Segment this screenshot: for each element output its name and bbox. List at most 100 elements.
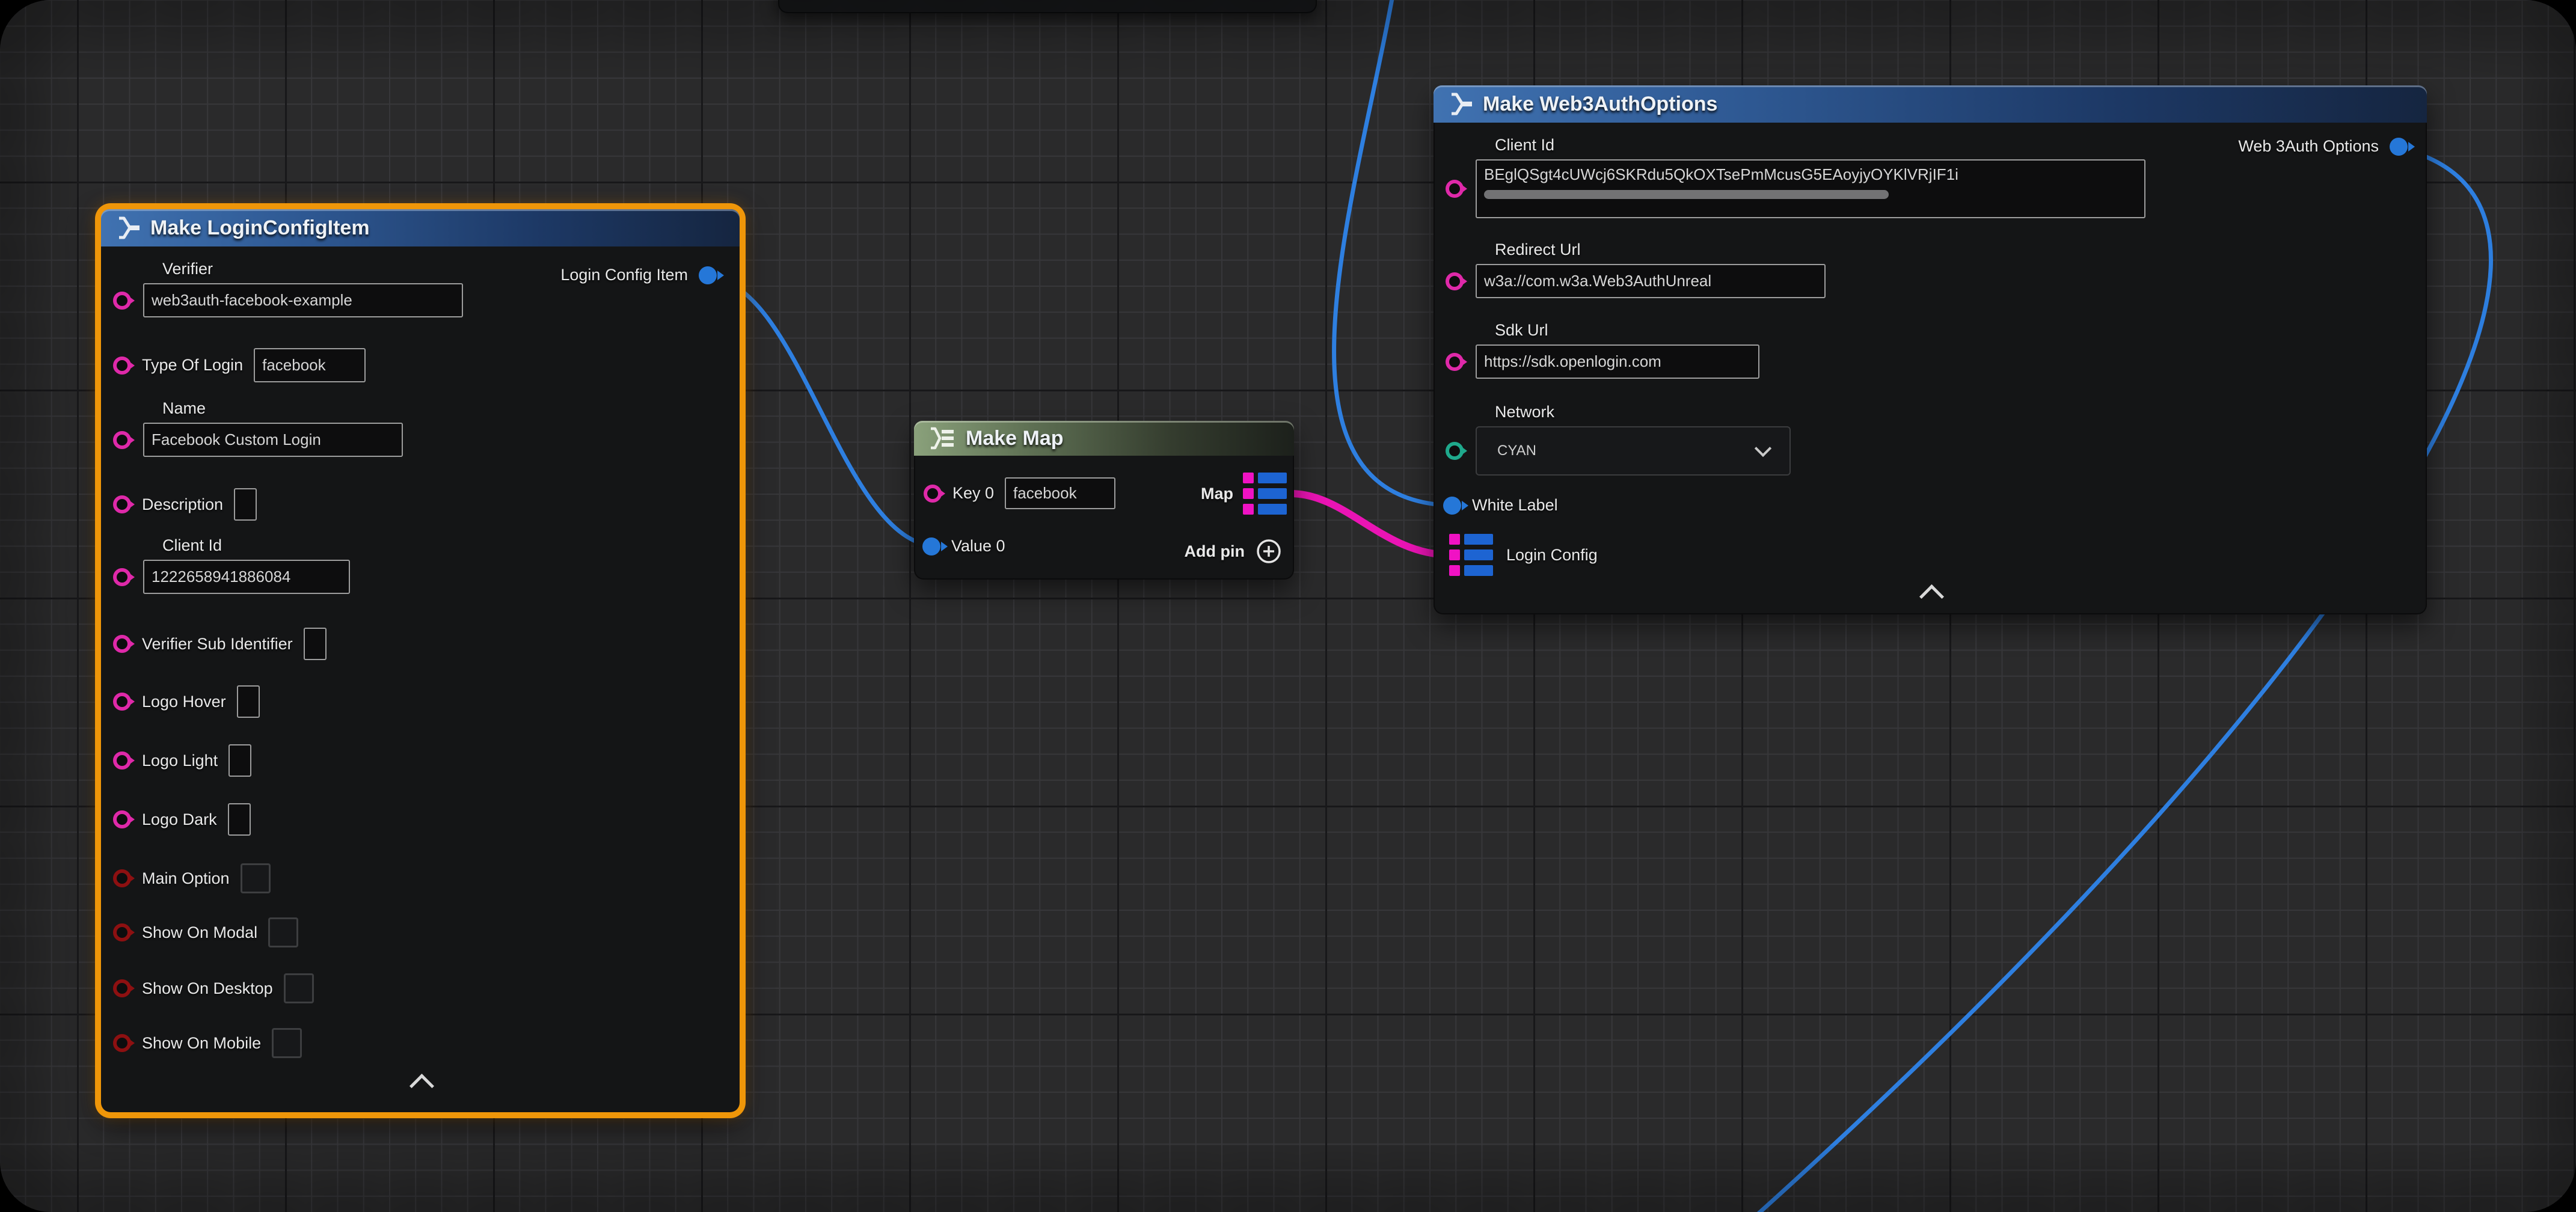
node-header[interactable]: Make LoginConfigItem — [101, 209, 740, 246]
type-of-login-label: Type Of Login — [142, 356, 243, 375]
verifier-sub-identifier-label: Verifier Sub Identifier — [142, 635, 293, 653]
verifier-pin[interactable] — [113, 292, 131, 310]
network-value: CYAN — [1497, 442, 1536, 459]
client-id-text: BEglQSgt4cUWcj6SKRdu5QkOXTsePmMcusG5EAoy… — [1484, 165, 2137, 184]
logo-dark-pin[interactable] — [113, 810, 131, 828]
verifier-input[interactable]: web3auth-facebook-example — [143, 283, 463, 317]
make-struct-icon — [1447, 92, 1473, 116]
node-header[interactable]: Make Web3AuthOptions — [1434, 85, 2427, 123]
pin-row-show-on-modal: Show On Modal — [113, 917, 298, 947]
logo-hover-label: Logo Hover — [142, 693, 226, 711]
show-on-modal-checkbox[interactable] — [268, 917, 298, 947]
client-id-pin[interactable] — [1446, 180, 1464, 198]
main-option-checkbox[interactable] — [241, 863, 271, 893]
client-id-label: Client Id — [162, 536, 350, 555]
web3auth-options-output-pin[interactable] — [2390, 138, 2408, 156]
sdk-url-pin[interactable] — [1446, 353, 1464, 371]
add-pin-row[interactable]: Add pin — [1185, 538, 1282, 565]
pin-group-client-id: Client Id BEglQSgt4cUWcj6SKRdu5QkOXTsePm… — [1446, 136, 2145, 218]
map-label: Map — [1201, 485, 1233, 503]
output-pin-label: Web 3Auth Options — [2238, 137, 2379, 156]
logo-hover-input[interactable] — [237, 685, 260, 718]
client-id-pin[interactable] — [113, 568, 131, 586]
pin-row-type-of-login: Type Of Login facebook — [113, 348, 366, 382]
wire-login-config-item-to-value0[interactable] — [707, 278, 937, 546]
main-option-pin[interactable] — [113, 869, 131, 887]
pin-group-name: Name Facebook Custom Login — [113, 399, 403, 457]
show-on-mobile-checkbox[interactable] — [272, 1028, 302, 1058]
pin-row-key-0: Key 0 facebook — [924, 477, 1115, 509]
pin-group-client-id: Client Id 1222658941886084 — [113, 536, 350, 594]
login-config-item-output-pin[interactable] — [699, 266, 717, 284]
sdk-url-input[interactable]: https://sdk.openlogin.com — [1476, 344, 1759, 379]
pin-row-value-0: Value 0 — [922, 537, 1005, 556]
client-id-input[interactable]: 1222658941886084 — [143, 560, 350, 594]
client-id-input[interactable]: BEglQSgt4cUWcj6SKRdu5QkOXTsePmMcusG5EAoy… — [1476, 159, 2145, 218]
logo-light-input[interactable] — [228, 744, 251, 777]
sdk-url-label: Sdk Url — [1495, 321, 1759, 340]
client-id-scrollbar[interactable] — [1484, 190, 1889, 199]
show-on-desktop-label: Show On Desktop — [142, 979, 273, 998]
description-label: Description — [142, 495, 223, 514]
node-make-map[interactable]: Make Map Key 0 facebook Map Value 0 — [914, 421, 1294, 580]
login-config-pin[interactable] — [1449, 534, 1493, 576]
show-on-modal-pin[interactable] — [113, 923, 131, 941]
description-pin[interactable] — [113, 495, 131, 513]
key-0-label: Key 0 — [952, 484, 994, 503]
logo-light-pin[interactable] — [113, 751, 131, 770]
node-make-web3auth-options[interactable]: Make Web3AuthOptions Web 3Auth Options C… — [1434, 85, 2427, 614]
blueprint-editor: Make LoginConfigItem Login Config Item V… — [0, 0, 2576, 1212]
key-0-input[interactable]: facebook — [1005, 477, 1115, 509]
pin-group-verifier: Verifier web3auth-facebook-example — [113, 260, 463, 317]
type-of-login-input[interactable]: facebook — [254, 348, 366, 382]
network-label: Network — [1495, 403, 1791, 421]
node-header[interactable]: Make Map — [914, 421, 1294, 456]
key-0-pin[interactable] — [924, 485, 942, 503]
pin-row-verifier-sub-identifier: Verifier Sub Identifier — [113, 628, 327, 660]
show-on-modal-label: Show On Modal — [142, 923, 257, 942]
verifier-sub-identifier-input[interactable] — [304, 628, 327, 660]
show-on-desktop-pin[interactable] — [113, 979, 131, 997]
redirect-url-pin[interactable] — [1446, 272, 1464, 290]
name-input[interactable]: Facebook Custom Login — [143, 423, 403, 457]
partial-node-above[interactable] — [778, 0, 1317, 13]
pin-group-sdk-url: Sdk Url https://sdk.openlogin.com — [1446, 321, 1759, 379]
white-label-pin[interactable] — [1443, 497, 1461, 515]
circle-plus-icon[interactable] — [1256, 538, 1282, 565]
verifier-sub-identifier-pin[interactable] — [113, 635, 131, 653]
pin-row-show-on-mobile: Show On Mobile — [113, 1028, 302, 1058]
pin-row-main-option: Main Option — [113, 863, 271, 893]
name-label: Name — [162, 399, 403, 418]
collapse-chevron-icon[interactable] — [1919, 584, 1944, 609]
pin-row-white-label: White Label — [1443, 496, 1558, 515]
logo-dark-input[interactable] — [228, 803, 251, 836]
output-pin-label: Login Config Item — [560, 266, 688, 284]
pin-group-network: Network CYAN — [1446, 403, 1791, 476]
pin-group-redirect-url: Redirect Url w3a://com.w3a.Web3AuthUnrea… — [1446, 240, 1826, 298]
show-on-desktop-checkbox[interactable] — [284, 973, 314, 1003]
node-title: Make LoginConfigItem — [150, 216, 370, 240]
node-title: Make Map — [966, 427, 1064, 450]
name-pin[interactable] — [113, 431, 131, 449]
pin-row-login-config: Login Config — [1449, 534, 1598, 576]
map-output-pin[interactable] — [1243, 473, 1287, 515]
logo-light-label: Logo Light — [142, 751, 218, 770]
pin-row-show-on-desktop: Show On Desktop — [113, 973, 314, 1003]
redirect-url-input[interactable]: w3a://com.w3a.Web3AuthUnreal — [1476, 264, 1826, 298]
type-of-login-pin[interactable] — [113, 357, 131, 375]
value-0-pin[interactable] — [922, 537, 940, 556]
graph-canvas[interactable]: Make LoginConfigItem Login Config Item V… — [0, 0, 2576, 1212]
network-pin[interactable] — [1446, 442, 1464, 460]
logo-dark-label: Logo Dark — [142, 810, 217, 829]
node-make-login-config-item[interactable]: Make LoginConfigItem Login Config Item V… — [101, 209, 740, 1112]
main-option-label: Main Option — [142, 869, 230, 888]
logo-hover-pin[interactable] — [113, 693, 131, 711]
show-on-mobile-pin[interactable] — [113, 1034, 131, 1052]
network-dropdown[interactable]: CYAN — [1476, 426, 1791, 476]
chevron-down-icon — [1755, 440, 1771, 457]
description-input[interactable] — [234, 488, 257, 521]
output-pin-row: Login Config Item — [560, 266, 717, 284]
pin-row-logo-light: Logo Light — [113, 744, 251, 777]
collapse-chevron-icon[interactable] — [409, 1074, 434, 1098]
make-struct-icon — [114, 216, 141, 240]
